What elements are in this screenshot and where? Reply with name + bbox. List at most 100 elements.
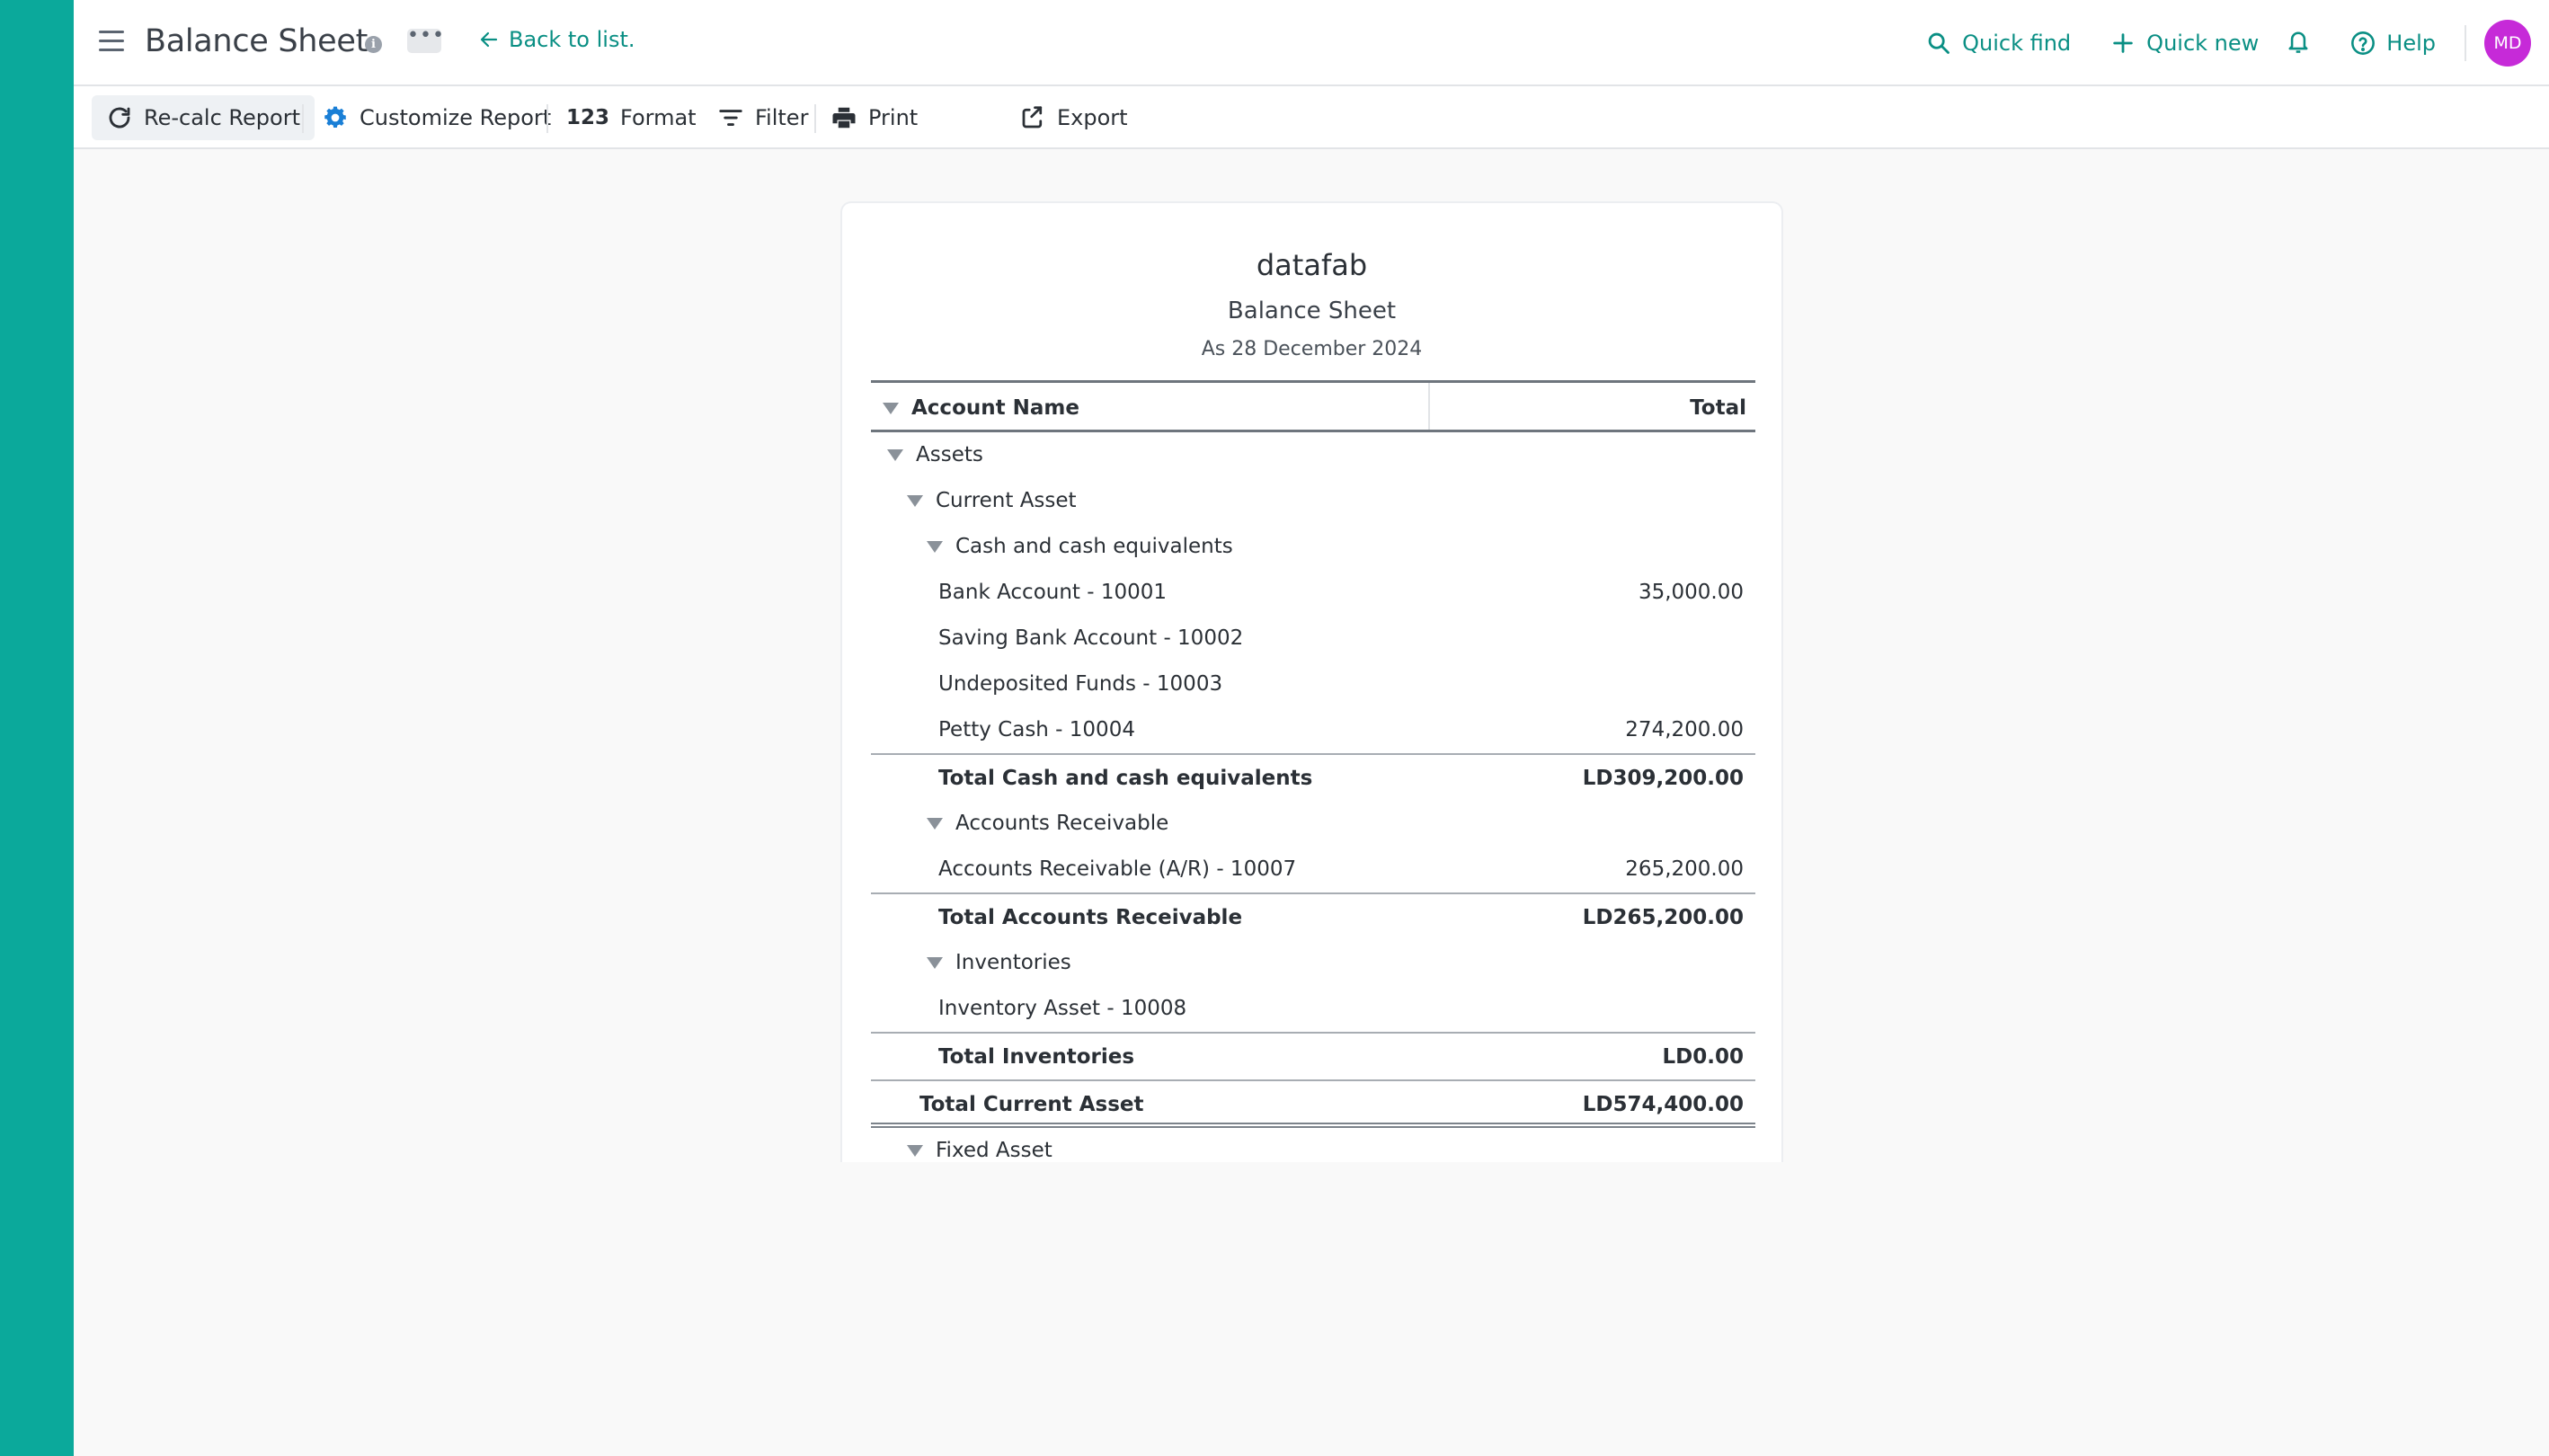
row-label: Inventories (927, 951, 1071, 974)
total-column-header: Total (1690, 396, 1746, 420)
export-label: Export (1057, 105, 1128, 130)
number-format-icon: 123 (566, 106, 610, 129)
row-label-text: Bank Account - 10001 (938, 581, 1168, 604)
collapse-toggle-icon[interactable] (907, 494, 923, 507)
row-label: Assets (887, 443, 983, 466)
row-label: Petty Cash - 10004 (938, 718, 1135, 741)
print-label: Print (868, 105, 919, 130)
row-label-text: Total Inventories (938, 1045, 1135, 1069)
row-label: Cash and cash equivalents (927, 535, 1233, 558)
table-row: Inventory Asset - 10008 (871, 986, 1755, 1032)
report-title: Balance Sheet (1227, 297, 1397, 324)
row-label-text: Fixed Asset (936, 1139, 1052, 1162)
recalc-report-button[interactable]: Re-calc Report (92, 95, 315, 140)
row-label: Bank Account - 10001 (938, 581, 1167, 604)
app-side-strip (0, 0, 74, 1456)
group-row[interactable]: Assets (871, 432, 1755, 478)
print-button[interactable]: Print (816, 95, 932, 140)
row-label-text: Petty Cash - 10004 (938, 718, 1135, 741)
table-row: Accounts Receivable (A/R) - 10007 265,200… (871, 847, 1755, 892)
menu-icon[interactable] (99, 31, 124, 54)
total-row: Total Inventories LD0.00 (871, 1032, 1755, 1079)
quick-find-button[interactable]: Quick find (1926, 31, 2071, 56)
top-right-actions: Quick find Quick new Help MD (1887, 0, 2531, 86)
row-label-text: Undeposited Funds - 10003 (938, 672, 1223, 696)
report-toolbar: Re-calc Report Customize Report 123 Form… (74, 86, 2549, 149)
row-label: Saving Bank Account - 10002 (938, 626, 1243, 650)
report-date: As 28 December 2024 (1201, 338, 1423, 360)
help-button[interactable]: Help (2350, 31, 2436, 56)
row-label-text: Inventories (955, 951, 1071, 974)
back-to-list-link[interactable]: Back to list. (478, 27, 635, 52)
refresh-icon (109, 107, 130, 129)
row-label: Total Cash and cash equivalents (938, 767, 1312, 790)
row-amount: 274,200.00 (1625, 718, 1744, 741)
row-amount: LD0.00 (1662, 1045, 1745, 1069)
customize-report-label: Customize Report (360, 105, 552, 130)
account-name-header-label: Account Name (911, 396, 1079, 420)
divider (2465, 25, 2466, 61)
table-row: Bank Account - 10001 35,000.00 (871, 570, 1755, 616)
row-amount: 35,000.00 (1638, 581, 1744, 604)
customize-report-button[interactable]: Customize Report (307, 95, 565, 140)
row-label: Undeposited Funds - 10003 (938, 672, 1222, 696)
group-row[interactable]: Inventories (871, 940, 1755, 986)
export-button[interactable]: Export (1005, 95, 1142, 140)
divider (302, 104, 304, 133)
printer-icon (832, 107, 856, 129)
notifications-button[interactable] (2286, 28, 2311, 58)
filter-icon (719, 110, 742, 126)
collapse-all-icon[interactable] (883, 402, 899, 414)
help-circle-icon (2351, 31, 2376, 55)
row-label: Total Current Asset (919, 1093, 1144, 1116)
collapse-toggle-icon[interactable] (887, 448, 903, 461)
collapse-toggle-icon[interactable] (907, 1144, 923, 1157)
table-body: Assets Current Asset Cash and cash equival… (871, 432, 1755, 1174)
row-label-text: Saving Bank Account - 10002 (938, 626, 1244, 650)
collapse-toggle-icon[interactable] (927, 956, 943, 969)
row-amount: LD574,400.00 (1582, 1093, 1744, 1116)
info-icon[interactable]: i (365, 36, 382, 53)
total-row: Total Current Asset LD574,400.00 (871, 1079, 1755, 1128)
format-label: Format (620, 105, 697, 130)
table-row: Undeposited Funds - 10003 (871, 661, 1755, 707)
plus-icon (2113, 33, 2133, 53)
collapse-toggle-icon[interactable] (927, 540, 943, 553)
column-divider (1428, 383, 1430, 430)
more-options-button[interactable]: ••• (407, 26, 444, 53)
collapse-toggle-icon[interactable] (927, 817, 943, 830)
row-label-text: Accounts Receivable (955, 812, 1169, 835)
row-label: Total Accounts Receivable (938, 906, 1242, 929)
quick-new-label: Quick new (2146, 31, 2260, 56)
row-amount: LD309,200.00 (1582, 767, 1744, 790)
row-label: Inventory Asset - 10008 (938, 997, 1186, 1020)
total-row: Total Accounts Receivable LD265,200.00 (871, 892, 1755, 940)
row-label: Current Asset (907, 489, 1077, 512)
top-bar: Balance Sheet i ••• Back to list. Quick … (74, 0, 2549, 86)
quick-find-label: Quick find (1962, 31, 2072, 56)
export-icon (1022, 106, 1043, 129)
divider (546, 104, 548, 133)
row-label: Total Inventories (938, 1045, 1134, 1069)
row-label-text: Total Current Asset (919, 1093, 1144, 1116)
row-label: Fixed Asset (907, 1139, 1052, 1162)
quick-new-button[interactable]: Quick new (2110, 31, 2259, 56)
group-row[interactable]: Cash and cash equivalents (871, 524, 1755, 570)
row-label-text: Cash and cash equivalents (955, 535, 1233, 558)
arrow-left-icon (480, 31, 498, 48)
row-label: Accounts Receivable (927, 812, 1168, 835)
table-row: Saving Bank Account - 10002 (871, 616, 1755, 661)
account-name-column-header[interactable]: Account Name (883, 396, 1079, 420)
help-label: Help (2386, 31, 2436, 56)
company-name: datafab (1256, 248, 1368, 282)
row-label-text: Accounts Receivable (A/R) - 10007 (938, 857, 1297, 881)
format-button[interactable]: 123 Format (552, 95, 711, 140)
bell-icon (2288, 31, 2308, 53)
group-row[interactable]: Accounts Receivable (871, 801, 1755, 847)
group-row[interactable]: Current Asset (871, 478, 1755, 524)
avatar[interactable]: MD (2484, 20, 2531, 67)
total-row: Total Cash and cash equivalents LD309,200… (871, 753, 1755, 801)
filter-button[interactable]: Filter (703, 95, 822, 140)
table-row: Petty Cash - 10004 274,200.00 (871, 707, 1755, 753)
row-label-text: Total Cash and cash equivalents (938, 767, 1313, 790)
